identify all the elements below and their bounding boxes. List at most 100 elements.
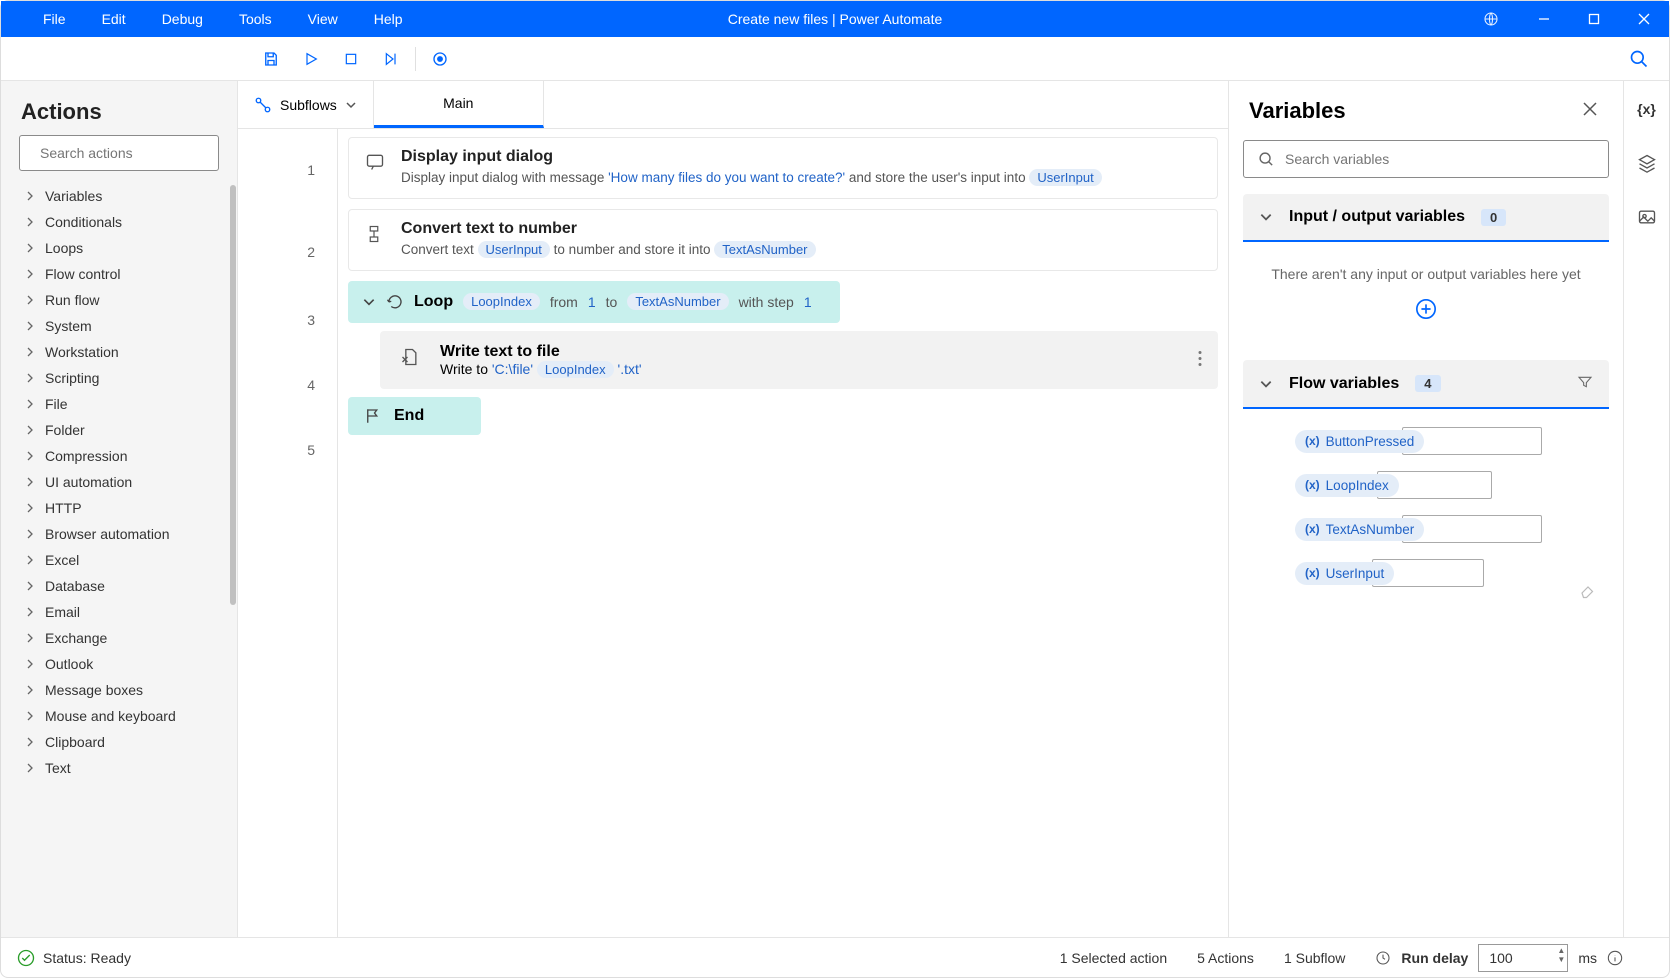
actions-list[interactable]: Variables Conditionals Loops Flow contro… bbox=[1, 183, 237, 937]
action-category[interactable]: File bbox=[1, 391, 237, 417]
action-category[interactable]: Outlook bbox=[1, 651, 237, 677]
action-category[interactable]: Scripting bbox=[1, 365, 237, 391]
flow-variable-row[interactable]: (x)UserInput bbox=[1243, 551, 1609, 595]
run-delay-input[interactable]: 100▲▼ bbox=[1478, 944, 1568, 972]
stepper-buttons[interactable]: ▲▼ bbox=[1557, 946, 1565, 964]
flow-variables-section: Flow variables 4 (x)ButtonPressed (x)Loo… bbox=[1243, 360, 1609, 609]
step-title: Display input dialog bbox=[401, 148, 1203, 166]
io-section-header[interactable]: Input / output variables 0 bbox=[1243, 194, 1609, 242]
action-category[interactable]: UI automation bbox=[1, 469, 237, 495]
menu-edit[interactable]: Edit bbox=[84, 1, 144, 37]
filter-button[interactable] bbox=[1577, 374, 1593, 393]
window-title: Create new files | Power Automate bbox=[728, 11, 943, 27]
action-category[interactable]: Workstation bbox=[1, 339, 237, 365]
actions-search[interactable] bbox=[19, 135, 219, 171]
step-description: Convert text UserInput to number and sto… bbox=[401, 240, 1203, 260]
action-category[interactable]: Run flow bbox=[1, 287, 237, 313]
maximize-button[interactable] bbox=[1569, 1, 1619, 37]
add-io-variable-button[interactable] bbox=[1243, 292, 1609, 344]
step-end[interactable]: End bbox=[348, 397, 481, 435]
stop-button[interactable] bbox=[331, 39, 371, 79]
environment-badge[interactable] bbox=[1483, 11, 1499, 27]
flow-variable-row[interactable]: (x)TextAsNumber bbox=[1243, 507, 1609, 551]
variables-strip-button[interactable]: {x} bbox=[1633, 95, 1661, 123]
action-category[interactable]: Flow control bbox=[1, 261, 237, 287]
step-convert-text-to-number[interactable]: Convert text to number Convert text User… bbox=[348, 209, 1218, 271]
close-variables-button[interactable] bbox=[1577, 96, 1603, 125]
step-menu-button[interactable] bbox=[1198, 350, 1202, 369]
info-icon[interactable] bbox=[1607, 950, 1623, 966]
action-category[interactable]: Email bbox=[1, 599, 237, 625]
flow-variable-row[interactable]: (x)ButtonPressed bbox=[1243, 419, 1609, 463]
action-category[interactable]: Variables bbox=[1, 183, 237, 209]
variables-panel: Variables Input / output variables 0 The… bbox=[1229, 81, 1669, 937]
chevron-right-icon bbox=[25, 425, 35, 435]
chevron-right-icon bbox=[25, 503, 35, 513]
layers-strip-button[interactable] bbox=[1633, 149, 1661, 177]
tab-bar: Subflows Main bbox=[238, 81, 1228, 129]
subflows-dropdown[interactable]: Subflows bbox=[238, 81, 374, 128]
save-button[interactable] bbox=[251, 39, 291, 79]
step-description: Display input dialog with message 'How m… bbox=[401, 168, 1203, 188]
action-category[interactable]: Clipboard bbox=[1, 729, 237, 755]
scrollbar-thumb[interactable] bbox=[230, 185, 236, 605]
action-category[interactable]: Mouse and keyboard bbox=[1, 703, 237, 729]
line-number: 3 bbox=[238, 293, 337, 347]
chevron-right-icon bbox=[25, 711, 35, 721]
tab-main[interactable]: Main bbox=[374, 81, 544, 128]
menu-file[interactable]: File bbox=[25, 1, 84, 37]
action-category[interactable]: System bbox=[1, 313, 237, 339]
chevron-right-icon bbox=[25, 373, 35, 383]
action-category[interactable]: HTTP bbox=[1, 495, 237, 521]
menu-tools[interactable]: Tools bbox=[221, 1, 290, 37]
action-category[interactable]: Exchange bbox=[1, 625, 237, 651]
actions-search-input[interactable] bbox=[40, 145, 221, 161]
chevron-right-icon bbox=[25, 451, 35, 461]
chevron-right-icon bbox=[25, 191, 35, 201]
chevron-right-icon bbox=[25, 633, 35, 643]
chevron-right-icon bbox=[25, 217, 35, 227]
step-write-text-to-file[interactable]: Write text to file Write to 'C:\file' Lo… bbox=[380, 331, 1218, 389]
variables-search[interactable] bbox=[1243, 140, 1609, 178]
action-category[interactable]: Compression bbox=[1, 443, 237, 469]
menu-view[interactable]: View bbox=[290, 1, 356, 37]
step-description: Write to 'C:\file' LoopIndex '.txt' bbox=[440, 361, 1204, 377]
chevron-down-icon bbox=[1259, 377, 1273, 391]
step-loop[interactable]: Loop LoopIndex from 1 to TextAsNumber wi… bbox=[348, 281, 840, 323]
flow-section-header[interactable]: Flow variables 4 bbox=[1243, 360, 1609, 409]
status-ready: Status: Ready bbox=[17, 949, 131, 967]
chevron-right-icon bbox=[25, 763, 35, 773]
status-subflow: 1 Subflow bbox=[1284, 950, 1345, 966]
images-strip-button[interactable] bbox=[1633, 203, 1661, 231]
eraser-icon[interactable] bbox=[1579, 581, 1609, 602]
action-category[interactable]: Message boxes bbox=[1, 677, 237, 703]
run-delay-label: Run delay bbox=[1401, 950, 1468, 966]
status-selected: 1 Selected action bbox=[1060, 950, 1167, 966]
minimize-button[interactable] bbox=[1519, 1, 1569, 37]
menu-help[interactable]: Help bbox=[356, 1, 421, 37]
action-category[interactable]: Conditionals bbox=[1, 209, 237, 235]
action-category[interactable]: Folder bbox=[1, 417, 237, 443]
line-number: 4 bbox=[238, 347, 337, 423]
record-button[interactable] bbox=[420, 39, 460, 79]
menu-debug[interactable]: Debug bbox=[144, 1, 221, 37]
run-button[interactable] bbox=[291, 39, 331, 79]
action-category[interactable]: Database bbox=[1, 573, 237, 599]
chevron-right-icon bbox=[25, 399, 35, 409]
close-button[interactable] bbox=[1619, 1, 1669, 37]
flow-variable-row[interactable]: (x)LoopIndex bbox=[1243, 463, 1609, 507]
step-display-input-dialog[interactable]: Display input dialog Display input dialo… bbox=[348, 137, 1218, 199]
chevron-right-icon bbox=[25, 685, 35, 695]
action-category[interactable]: Excel bbox=[1, 547, 237, 573]
io-variables-section: Input / output variables 0 There aren't … bbox=[1243, 194, 1609, 344]
step-button[interactable] bbox=[371, 39, 411, 79]
status-actions: 5 Actions bbox=[1197, 950, 1254, 966]
variables-search-input[interactable] bbox=[1285, 151, 1608, 167]
action-category[interactable]: Text bbox=[1, 755, 237, 781]
status-bar: Status: Ready 1 Selected action 5 Action… bbox=[1, 937, 1669, 977]
action-category[interactable]: Browser automation bbox=[1, 521, 237, 547]
action-category[interactable]: Loops bbox=[1, 235, 237, 261]
io-count-badge: 0 bbox=[1481, 209, 1506, 226]
chevron-down-icon bbox=[362, 295, 376, 309]
search-flow-button[interactable] bbox=[1619, 39, 1659, 79]
